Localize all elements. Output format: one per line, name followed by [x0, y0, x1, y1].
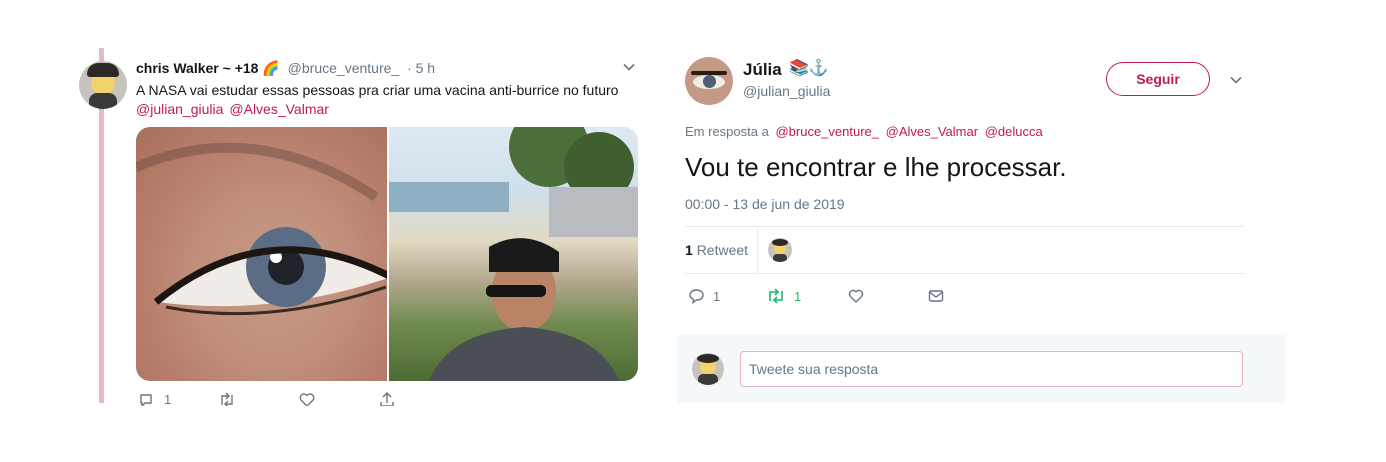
chevron-down-icon[interactable] — [1229, 73, 1243, 90]
reply-count: 1 — [164, 392, 172, 406]
tweet-text: A NASA vai estudar essas pessoas pra cri… — [136, 81, 636, 119]
beach-selfie-image — [389, 127, 638, 381]
mention-link[interactable]: @Alves_Valmar — [229, 101, 329, 117]
avatar[interactable] — [79, 61, 127, 109]
follow-button[interactable]: Seguir — [1106, 62, 1210, 96]
like-icon[interactable] — [299, 392, 315, 406]
reply-icon[interactable] — [138, 392, 154, 406]
retweet-stats[interactable]: 1 Retweet — [685, 242, 748, 258]
mention-link[interactable]: @delucca — [985, 124, 1043, 139]
avatar[interactable] — [685, 57, 733, 105]
tweet-media[interactable] — [136, 127, 638, 381]
retweet-icon — [769, 288, 783, 304]
like-icon — [848, 289, 864, 303]
user-avatar[interactable] — [692, 353, 724, 385]
reply-icon — [689, 289, 704, 304]
rainbow-emoji: 🌈 — [262, 60, 280, 76]
mention-link[interactable]: @bruce_venture_ — [775, 124, 879, 139]
retweet-count: 1 — [685, 242, 693, 258]
reply-to-line: Em resposta a @bruce_venture_ @Alves_Val… — [685, 124, 1043, 139]
share-icon[interactable] — [379, 392, 395, 406]
message-action[interactable] — [928, 288, 944, 304]
reply-action[interactable]: 1 — [688, 288, 720, 304]
tweet-body: A NASA vai estudar essas pessoas pra cri… — [136, 82, 619, 98]
mention-link[interactable]: @Alves_Valmar — [886, 124, 978, 139]
eye-image — [136, 142, 393, 316]
mention-link[interactable]: @julian_giulia — [136, 101, 223, 117]
reply-input[interactable]: Tweete sua resposta — [740, 351, 1243, 387]
tweet-header: chris Walker ~ +18 🌈 @bruce_venture_ · 5… — [136, 60, 435, 77]
tweet-time[interactable]: · 5 h — [407, 60, 435, 76]
tweet-timestamp[interactable]: 00:00 - 13 de jun de 2019 — [685, 196, 845, 212]
divider — [757, 228, 758, 273]
envelope-icon — [928, 290, 944, 302]
reply-to-label: Em resposta a — [685, 124, 769, 139]
retweet-action[interactable]: 1 — [766, 288, 801, 304]
retweet-label: Retweet — [696, 242, 749, 258]
chevron-down-icon[interactable] — [622, 60, 636, 77]
divider — [685, 226, 1245, 227]
media-photo-eye[interactable] — [136, 127, 393, 381]
retweet-action-count: 1 — [794, 288, 802, 304]
author-handle[interactable]: @bruce_venture_ — [288, 60, 400, 76]
like-action[interactable] — [848, 288, 864, 304]
divider — [685, 273, 1245, 274]
retweeter-avatar[interactable] — [768, 238, 792, 262]
author-name[interactable]: chris Walker ~ +18 — [136, 60, 258, 76]
author-name[interactable]: Júlia — [743, 60, 782, 80]
media-photo-beach[interactable] — [389, 127, 638, 381]
tweet-text: Vou te encontrar e lhe processar. — [685, 152, 1067, 182]
author-handle[interactable]: @julian_giulia — [743, 83, 830, 99]
retweet-icon[interactable] — [218, 392, 236, 406]
reply-count: 1 — [713, 288, 721, 304]
books-anchor-emoji: 📚⚓ — [789, 60, 829, 77]
tweet-actions: 1 — [136, 392, 436, 406]
